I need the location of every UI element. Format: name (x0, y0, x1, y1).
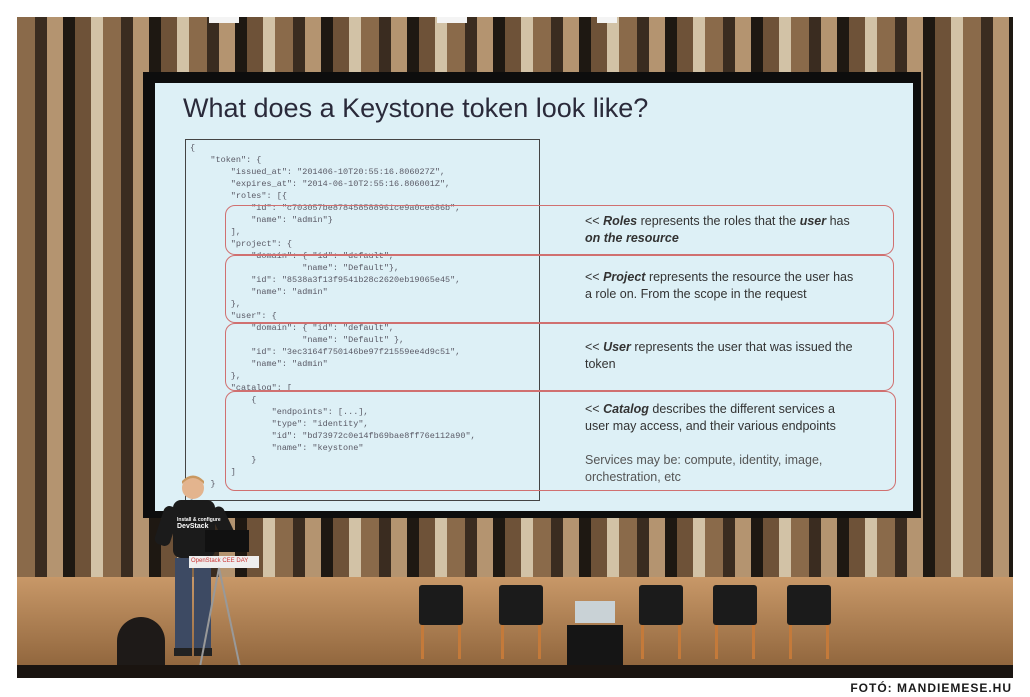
ceiling-light (597, 17, 617, 23)
podium-label: OpenStack CEE DAY (191, 558, 249, 564)
chair-leg (715, 625, 718, 659)
chair-leg (641, 625, 644, 659)
code-line: { (190, 143, 196, 153)
code-line: "expires_at": "2014-06-10T2:55:16.806001… (190, 179, 451, 189)
side-table (567, 625, 623, 665)
chair-leg (789, 625, 792, 659)
projection-screen: What does a Keystone token look like? { … (155, 83, 913, 511)
code-line: "roles": [{ (190, 191, 287, 201)
note-roles: << Roles represents the roles that the u… (585, 214, 850, 245)
ceiling-light (209, 17, 239, 23)
chair (639, 585, 683, 625)
front-row-seats (17, 665, 1013, 678)
chair-leg (678, 625, 681, 659)
chair (499, 585, 543, 625)
chair-leg (826, 625, 829, 659)
speaker (154, 475, 259, 672)
chair-leg (501, 625, 504, 659)
water-bottles (575, 601, 615, 623)
photo: What does a Keystone token look like? { … (17, 17, 1013, 678)
chair-leg (421, 625, 424, 659)
chair (787, 585, 831, 625)
chair-leg (458, 625, 461, 659)
chair-leg (538, 625, 541, 659)
photo-credit: FOTÓ: MANDIEMESE.HU (850, 681, 1012, 695)
note-user: << User represents the user that was iss… (585, 340, 853, 371)
code-line: "token": { (190, 155, 262, 165)
ceiling-light (437, 17, 467, 23)
chair (419, 585, 463, 625)
chair (713, 585, 757, 625)
note-catalog: << Catalog describes the different servi… (585, 402, 836, 484)
code-line: "issued_at": "201406-10T20:55:16.806027Z… (190, 167, 446, 177)
shirt-text: Install & configure DevStack (177, 517, 221, 530)
slide-title: What does a Keystone token look like? (183, 93, 649, 123)
chair-leg (752, 625, 755, 659)
note-project: << Project represents the resource the u… (585, 270, 854, 301)
